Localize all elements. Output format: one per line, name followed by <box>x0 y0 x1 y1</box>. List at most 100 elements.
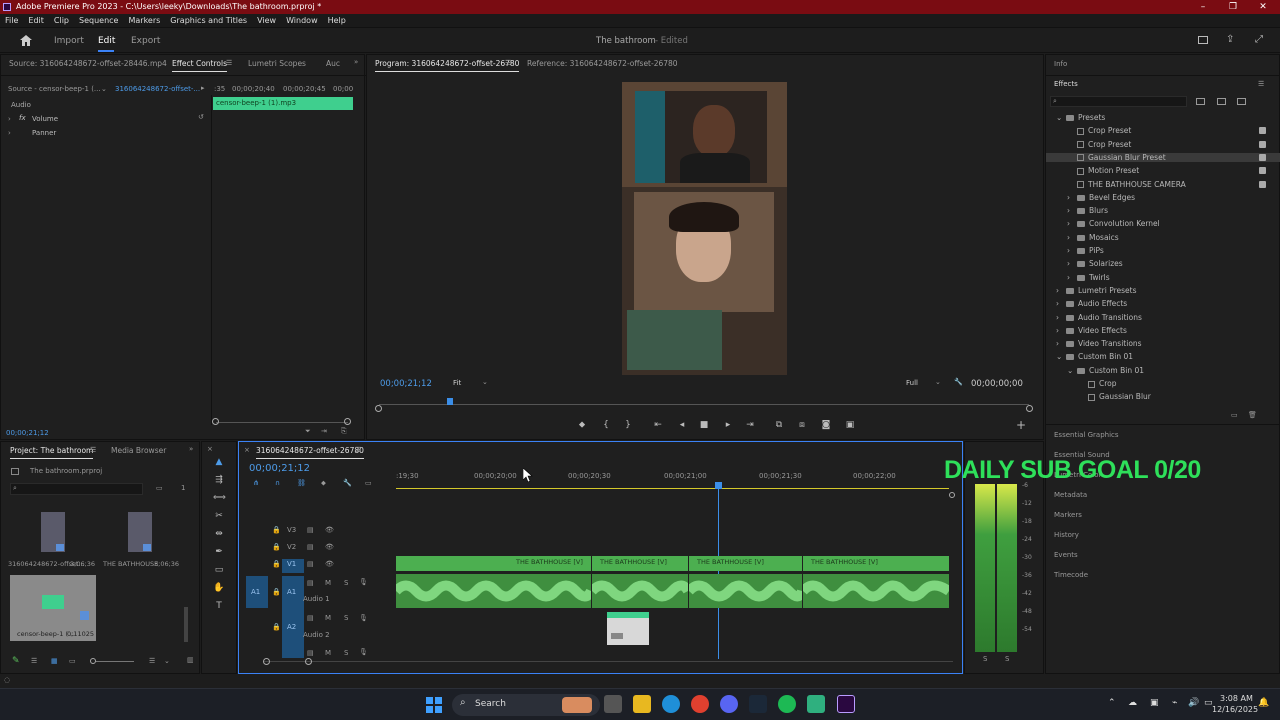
effects-tree-item[interactable]: › Blurs <box>1067 206 1108 215</box>
menu-edit[interactable]: Edit <box>23 14 49 28</box>
minimize-button[interactable]: – <box>1188 0 1218 14</box>
edge-icon[interactable] <box>662 695 680 713</box>
section-events[interactable]: Events <box>1054 551 1078 559</box>
chevron-down-icon[interactable]: ⌄ <box>164 657 170 665</box>
wrench-icon[interactable]: 🔧 <box>954 378 963 386</box>
zoom-scrollbar[interactable] <box>216 422 348 423</box>
panel-menu-icon[interactable]: ☰ <box>355 446 361 454</box>
captions-icon[interactable]: ▭ <box>365 479 372 487</box>
playhead-bar[interactable] <box>379 404 1029 405</box>
section-timecode[interactable]: Timecode <box>1054 571 1088 579</box>
panel-menu-icon[interactable]: ☰ <box>505 59 511 67</box>
effects-tree-item[interactable]: Gaussian Blur Preset <box>1046 152 1280 162</box>
settings-wrench-icon[interactable]: 🔧 <box>343 479 352 487</box>
effects-tree-item[interactable]: › Bevel Edges <box>1067 193 1135 202</box>
source-patch-a1[interactable]: A1 <box>246 576 268 608</box>
tab-project[interactable]: Project: The bathroom <box>10 446 94 459</box>
fx-icon[interactable]: fx <box>19 114 26 122</box>
chevron-right-icon[interactable]: › <box>1067 273 1077 282</box>
chevron-down-icon[interactable]: ⌄ <box>1067 366 1077 375</box>
effects-tree-item[interactable]: Motion Preset <box>1067 166 1266 175</box>
menu-markers[interactable]: Markers <box>123 14 165 28</box>
effects-tree-item[interactable]: Crop Preset <box>1067 140 1266 149</box>
chevron-right-icon[interactable]: › <box>1056 313 1066 322</box>
mic-icon[interactable]: 🎙 <box>359 614 368 622</box>
file-explorer-icon[interactable] <box>633 695 651 713</box>
scroll-handle-right[interactable] <box>305 658 312 665</box>
add-marker-icon[interactable]: ⬥ <box>321 479 326 488</box>
sync-lock-icon[interactable]: ▤ <box>307 526 314 534</box>
lock-icon[interactable]: 🔒 <box>272 623 281 631</box>
razor-tool-icon[interactable]: ✂ <box>213 510 225 522</box>
ripple-edit-tool-icon[interactable]: ⟺ <box>213 492 226 504</box>
step-back-icon[interactable]: ◂ <box>676 419 688 431</box>
chevron-right-icon[interactable]: › <box>1067 206 1077 215</box>
chevron-right-icon[interactable]: › <box>1067 233 1077 242</box>
zoom-slider[interactable] <box>96 661 134 662</box>
tab-reference[interactable]: Reference: 316064248672-offset-26780 <box>527 59 678 68</box>
chevron-right-icon[interactable]: › <box>1067 259 1077 268</box>
close-icon[interactable]: × <box>207 445 213 453</box>
tray-app-icon[interactable]: ▣ <box>1150 698 1159 708</box>
mark-in-icon[interactable]: { <box>600 419 612 431</box>
lock-icon[interactable]: 🔒 <box>272 560 281 568</box>
effects-tree-item[interactable]: › Mosaics <box>1067 233 1119 242</box>
snap-magnet-icon[interactable]: ∩ <box>275 479 280 487</box>
maximize-button[interactable]: ❐ <box>1218 0 1248 14</box>
effects-tree-item[interactable]: › Lumetri Presets <box>1056 286 1137 295</box>
nest-icon[interactable]: ⋔ <box>253 479 259 487</box>
program-timecode[interactable]: 00;00;21;12 <box>380 379 432 389</box>
effects-tree-item[interactable]: › Convolution Kernel <box>1067 219 1160 228</box>
panel-menu-icon[interactable]: ☰ <box>1258 80 1264 88</box>
volume-icon[interactable]: 🔊 <box>1188 698 1199 708</box>
track-select-tool-icon[interactable]: ⇶ <box>213 474 225 486</box>
eye-icon[interactable]: 👁 <box>325 560 334 568</box>
solo-icon[interactable]: S <box>344 614 348 622</box>
tab-edit[interactable]: Edit <box>98 36 115 46</box>
section-history[interactable]: History <box>1054 531 1079 539</box>
video-clip[interactable]: THE BATHHOUSE [V] <box>803 556 949 571</box>
effects-tree-item[interactable]: › Video Effects <box>1056 326 1127 335</box>
panel-menu-icon[interactable]: ☰ <box>90 446 96 454</box>
snap-icon[interactable]: ⎘ <box>341 427 347 436</box>
share-icon[interactable]: ⇪ <box>1226 34 1234 45</box>
steam-icon[interactable] <box>749 695 767 713</box>
effect-panner[interactable]: Panner <box>32 129 56 137</box>
scrollbar[interactable] <box>184 607 188 642</box>
effects-tree-item[interactable]: Gaussian Blur <box>1078 392 1151 401</box>
chevron-down-icon[interactable]: ⌄ <box>1056 352 1066 361</box>
video-clip[interactable]: THE BATHHOUSE [V] <box>396 556 591 571</box>
chevron-down-icon[interactable]: ⌄ <box>1056 113 1066 122</box>
sync-lock-icon[interactable]: ▤ <box>307 543 314 551</box>
sync-lock-icon[interactable]: ▤ <box>307 560 314 568</box>
discord-icon[interactable] <box>720 695 738 713</box>
add-button-icon[interactable]: + <box>1015 419 1027 431</box>
scroll-handle-right[interactable] <box>344 418 351 425</box>
menu-window[interactable]: Window <box>281 14 323 28</box>
mic-icon[interactable]: 🎙 <box>359 578 368 586</box>
go-to-out-icon[interactable]: ⇥ <box>744 419 756 431</box>
camera-icon[interactable]: ◙ <box>820 419 832 431</box>
chrome-icon[interactable] <box>691 695 709 713</box>
effects-tree-item[interactable]: ⌄ Custom Bin 01 <box>1056 352 1133 361</box>
effects-tree-item[interactable]: › Video Transitions <box>1056 339 1142 348</box>
effects-tree-item[interactable]: THE BATHHOUSE CAMERA <box>1067 180 1266 189</box>
tab-program[interactable]: Program: 316064248672-offset-26780 <box>375 59 520 72</box>
scroll-handle-left[interactable] <box>375 405 382 412</box>
sort-icon[interactable]: ☰ <box>149 657 155 665</box>
menu-graphics[interactable]: Graphics and Titles <box>165 14 252 28</box>
censor-beep-clip[interactable] <box>607 612 649 645</box>
audio-clip[interactable] <box>396 574 591 608</box>
effects-tree-item[interactable]: › Solarizes <box>1067 259 1123 268</box>
tab-info[interactable]: Info <box>1054 60 1067 68</box>
network-icon[interactable]: ⌁ <box>1172 698 1177 708</box>
slip-tool-icon[interactable]: ⇹ <box>213 528 225 540</box>
quality-dropdown[interactable]: Full <box>906 379 918 387</box>
chevron-right-icon[interactable]: › <box>1067 193 1077 202</box>
32bit-effects-icon[interactable] <box>1217 98 1226 105</box>
sync-lock-icon[interactable]: ▤ <box>307 614 314 622</box>
source-dropdown[interactable]: Source - censor-beep-1 (... <box>8 85 101 93</box>
tray-overflow-icon[interactable]: ⌃ <box>1108 698 1116 708</box>
chevron-right-icon[interactable]: › <box>1056 299 1066 308</box>
tab-export[interactable]: Export <box>131 36 160 46</box>
